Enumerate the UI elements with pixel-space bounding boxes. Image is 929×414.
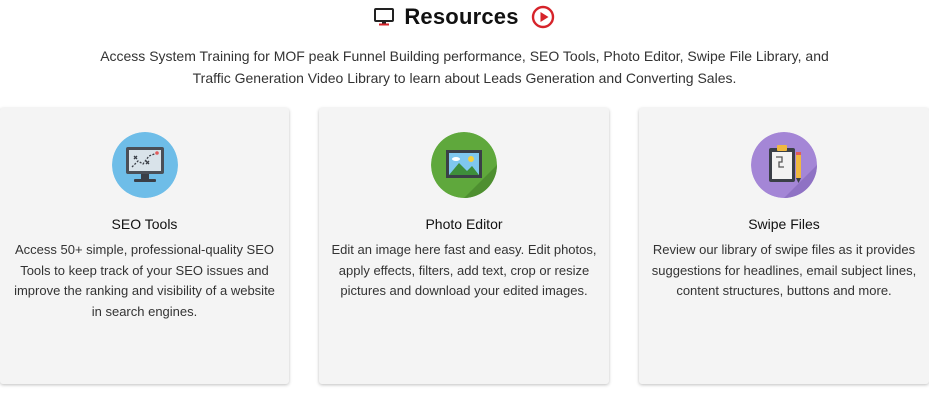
- seo-monitor-icon: [111, 132, 178, 198]
- card-swipe-files[interactable]: Swipe Files Review our library of swipe …: [639, 108, 929, 384]
- card-description: Access 50+ simple, professional-quality …: [14, 242, 275, 319]
- card-description: Review our library of swipe files as it …: [651, 242, 917, 298]
- card-photo-editor[interactable]: Photo Editor Edit an image here fast and…: [319, 108, 609, 384]
- page-title: Resources: [404, 4, 519, 29]
- intro-text: Access System Training for MOF peak Funn…: [100, 48, 829, 86]
- card-seo-tools[interactable]: SEO Tools Access 50+ simple, professiona…: [0, 108, 289, 384]
- resources-header: Resources: [0, 4, 929, 30]
- card-title: Photo Editor: [425, 216, 503, 232]
- resources-page: Resources Access System Training for MOF…: [0, 0, 929, 414]
- monitor-icon: [374, 8, 395, 26]
- play-circle-icon[interactable]: [531, 5, 555, 29]
- card-title: SEO Tools: [111, 216, 178, 232]
- card-title: Swipe Files: [748, 216, 820, 232]
- clipboard-pencil-icon: [751, 132, 817, 198]
- photo-frame-icon: [431, 132, 497, 198]
- card-description: Edit an image here fast and easy. Edit p…: [331, 242, 597, 298]
